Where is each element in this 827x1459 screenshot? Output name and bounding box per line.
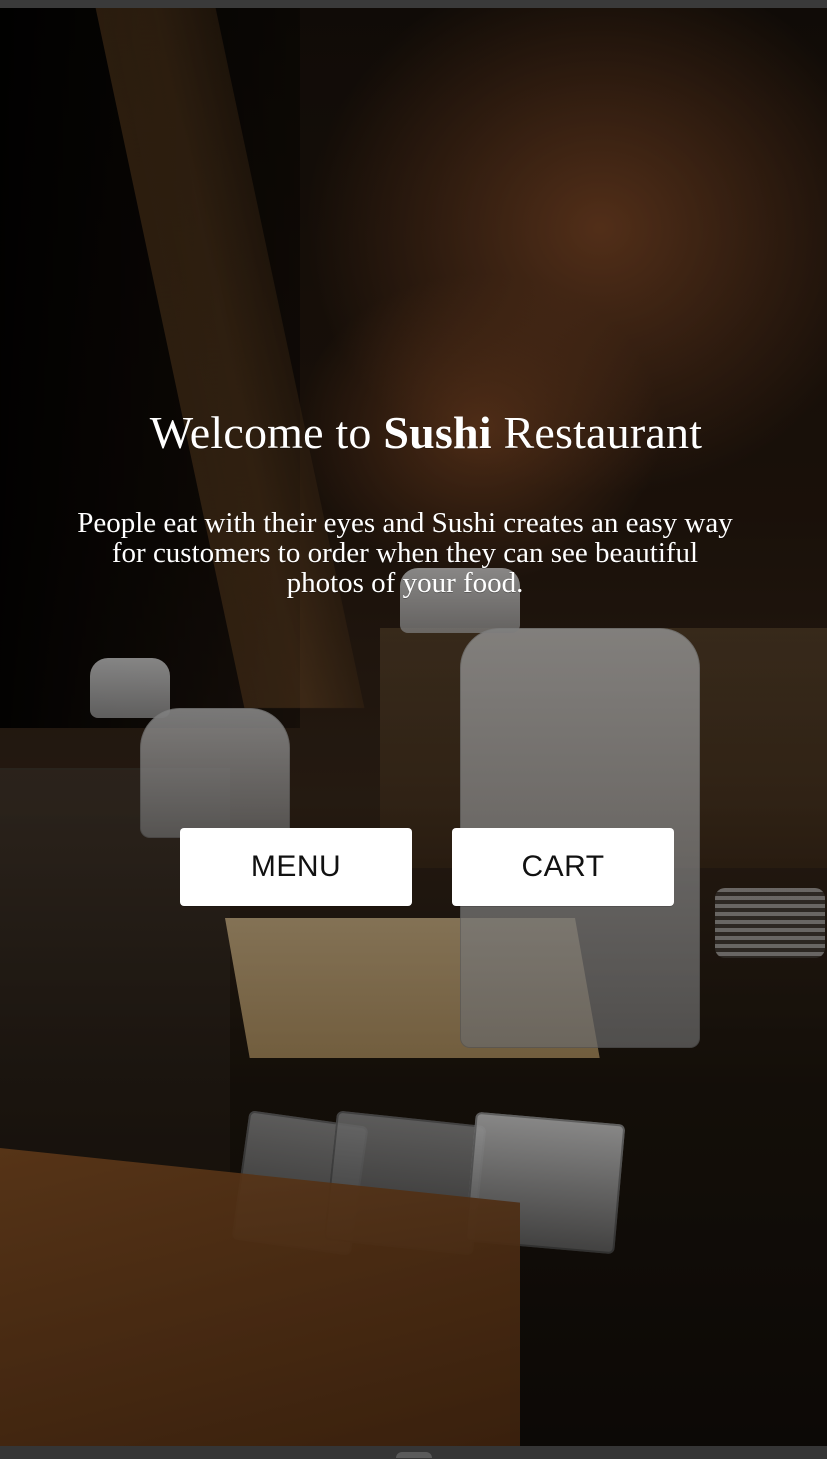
- background-overlay: [0, 8, 827, 1446]
- title-suffix: Restaurant: [491, 407, 703, 458]
- page-subtitle: People eat with their eyes and Sushi cre…: [77, 507, 733, 599]
- menu-button[interactable]: MENU: [180, 828, 412, 906]
- title-prefix: Welcome to: [149, 407, 384, 458]
- hero-background-image: [0, 8, 827, 1446]
- page: Welcome to Sushi Restaurant People eat w…: [0, 0, 827, 1459]
- page-title: Welcome to Sushi Restaurant: [0, 407, 827, 459]
- bottom-handle: [396, 1452, 432, 1458]
- title-brand: Sushi: [383, 407, 492, 458]
- cart-button[interactable]: CART: [452, 828, 674, 906]
- top-bar: [0, 0, 827, 8]
